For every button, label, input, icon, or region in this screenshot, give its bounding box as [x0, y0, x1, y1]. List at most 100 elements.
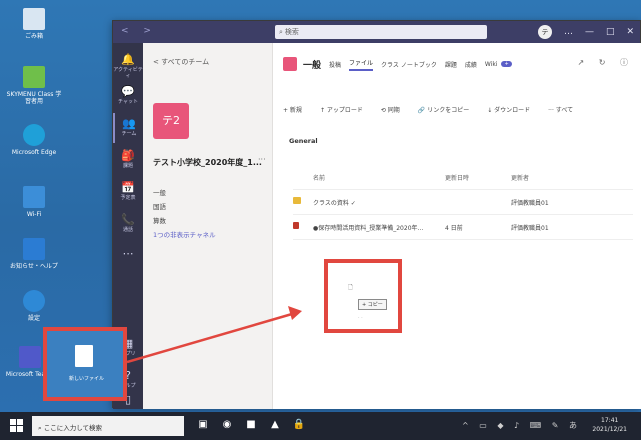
rail-item-activity[interactable]: 🔔 アクティビティ — [113, 49, 143, 79]
close-icon[interactable]: ✕ — [626, 27, 634, 37]
more-icon: ⋯ — [122, 247, 134, 260]
source-file-highlight: 新しいファイル — [43, 327, 127, 401]
skymenu-desktop-icon[interactable]: SKYMENU Class 学習者用 — [6, 66, 62, 105]
channel-badge — [283, 57, 297, 71]
calendar-icon: 📅 — [121, 181, 135, 194]
rail-item-more[interactable]: ⋯ — [113, 243, 143, 273]
channel-item-math[interactable]: 算数 — [153, 215, 216, 229]
folder-icon — [293, 197, 301, 204]
new-button[interactable]: + 新規 — [283, 105, 302, 119]
column-modified[interactable]: 更新日時 — [445, 173, 469, 182]
taskbar-search-input[interactable]: ⌕ ここに入力して検索 — [32, 416, 184, 436]
system-tray[interactable]: ^ ▭ ◆ ♪ ⌨ ✎ あ — [462, 420, 581, 431]
drop-target-highlight[interactable]: 🗋 + コピー · · — [324, 259, 402, 333]
minimize-icon[interactable]: — — [585, 27, 594, 37]
chat-icon: 💬 — [121, 85, 135, 98]
monitor-icon — [23, 238, 45, 260]
maximize-icon[interactable]: □ — [606, 27, 615, 37]
edge-desktop-icon[interactable]: Microsoft Edge — [6, 124, 62, 156]
channel-item-general[interactable]: 一般 — [153, 187, 216, 201]
taskbar-apps: ▣ ◉ ■ ▲ 🔒 — [196, 418, 306, 432]
search-input[interactable]: ⌕ 検索 — [275, 25, 487, 39]
table-header: 名前 更新日時 更新者 — [293, 165, 633, 190]
tab-assignments[interactable]: 課題 — [445, 60, 457, 69]
bell-icon: 🔔 — [121, 53, 135, 66]
wifi-desktop-icon[interactable]: Wi-Fi — [6, 186, 62, 218]
file-name[interactable]: ●保存時間活用資料_授業準備_2020年... — [313, 223, 423, 232]
channel-content: 一般 投稿 ファイル クラス ノートブック 課題 成績 Wiki + ↗ ↻ ⓘ… — [273, 43, 641, 409]
teams-window: < > ⌕ 検索 テ … — □ ✕ 🔔 アクティビティ 💬 チャット 👥 チーム… — [112, 20, 641, 409]
tab-wiki[interactable]: Wiki — [485, 61, 498, 68]
download-button[interactable]: ↓ ダウンロード — [487, 105, 530, 119]
file-table: 名前 更新日時 更新者 クラスの資料 ✓ 評価教職員01 ●保存時間活用資料_授… — [293, 165, 633, 240]
file-modified-by: 評価教職員01 — [511, 200, 549, 207]
breadcrumb[interactable]: General — [289, 137, 318, 145]
rail-item-calls[interactable]: 📞 通話 — [113, 209, 143, 239]
file-modified: 4 日前 — [445, 225, 463, 232]
task-view-icon[interactable]: ▣ — [196, 418, 210, 432]
rail-item-calendar[interactable]: 📅 予定表 — [113, 177, 143, 207]
clock[interactable]: 17:41 2021/12/21 — [592, 416, 627, 434]
nav-arrows[interactable]: < > — [121, 26, 157, 36]
recycle-bin-desktop-icon[interactable]: ごみ箱 — [6, 8, 62, 40]
drag-hint: · · — [358, 315, 363, 321]
rail-item-teams[interactable]: 👥 チーム — [113, 113, 143, 143]
team-panel: < すべてのチーム テ2 テスト小学校_2020年度_1... ··· 一般 国… — [143, 43, 273, 409]
column-name[interactable]: 名前 — [313, 173, 325, 182]
channel-title: 一般 — [303, 60, 322, 71]
tab-grades[interactable]: 成績 — [465, 60, 477, 69]
teams-app-icon — [19, 346, 41, 368]
document-icon — [293, 222, 299, 229]
sync-button[interactable]: ⟲ 同期 — [381, 105, 400, 119]
rail-item-chat[interactable]: 💬 チャット — [113, 81, 143, 111]
skymenu-icon — [23, 66, 45, 88]
title-bar: < > ⌕ 検索 テ … — □ ✕ — [113, 21, 640, 43]
tab-posts[interactable]: 投稿 — [329, 60, 341, 69]
wifi-icon — [23, 186, 45, 208]
file-name[interactable]: クラスの資料 ✓ — [313, 198, 356, 207]
source-file-label: 新しいファイル — [69, 376, 105, 382]
teams-icon: 👥 — [122, 117, 136, 130]
column-modified-by[interactable]: 更新者 — [511, 173, 529, 182]
copy-link-button[interactable]: 🔗 リンクをコピー — [418, 105, 469, 119]
rail-item-assignments[interactable]: 🎒 課題 — [113, 145, 143, 175]
channel-list: 一般 国語 算数 1つの非表示チャネル — [153, 187, 216, 243]
file-icon[interactable] — [75, 345, 93, 367]
files-toolbar: + 新規 ↑ アップロード ⟲ 同期 🔗 リンクをコピー ↓ ダウンロード ··… — [283, 105, 638, 119]
team-name[interactable]: テスト小学校_2020年度_1... — [153, 157, 262, 168]
all-teams-link[interactable]: < すべてのチーム — [153, 57, 209, 67]
file-modified-by: 評価教職員01 — [511, 225, 549, 232]
edge-icon — [23, 124, 45, 146]
copy-tooltip: + コピー — [358, 299, 387, 310]
settings-desktop-icon[interactable]: 設定 — [6, 290, 62, 322]
team-more-icon[interactable]: ··· — [258, 155, 266, 164]
hidden-channels-link[interactable]: 1つの非表示チャネル — [153, 229, 216, 243]
window-controls: テ … — □ ✕ — [537, 24, 634, 40]
upload-button[interactable]: ↑ アップロード — [320, 105, 363, 119]
taskbar: ⌕ ここに入力して検索 ▣ ◉ ■ ▲ 🔒 ^ ▭ ◆ ♪ ⌨ ✎ あ 17:4… — [0, 412, 641, 440]
table-row[interactable]: クラスの資料 ✓ 評価教職員01 — [293, 190, 633, 215]
recycle-bin-icon — [23, 8, 45, 30]
avatar[interactable]: テ — [537, 25, 552, 39]
edge-taskbar-icon[interactable]: ◉ — [220, 418, 234, 432]
windows-start-icon[interactable] — [10, 419, 24, 433]
more-actions-button[interactable]: ··· すべて — [548, 105, 573, 119]
gear-icon — [23, 290, 45, 312]
header-actions[interactable]: ↗ ↻ ⓘ — [578, 57, 635, 68]
tab-class-notebook[interactable]: クラス ノートブック — [381, 60, 437, 69]
team-avatar: テ2 — [153, 103, 189, 139]
more-options-icon[interactable]: … — [564, 27, 573, 37]
help-desktop-icon[interactable]: お知らせ・ヘルプ — [6, 238, 62, 270]
explorer-taskbar-icon[interactable]: ■ — [244, 418, 258, 432]
dragged-file-icon: 🗋 — [348, 284, 353, 291]
add-tab-button[interactable]: + — [501, 61, 512, 67]
channel-header: 一般 投稿 ファイル クラス ノートブック 課題 成績 Wiki + — [283, 53, 512, 75]
teams-taskbar-icon[interactable]: ▲ — [268, 418, 282, 432]
tab-files[interactable]: ファイル — [349, 58, 374, 71]
assignments-icon: 🎒 — [121, 149, 135, 162]
lock-taskbar-icon[interactable]: 🔒 — [292, 418, 306, 432]
phone-icon: 📞 — [121, 213, 135, 226]
table-row[interactable]: ●保存時間活用資料_授業準備_2020年... 4 日前 評価教職員01 — [293, 215, 633, 240]
search-icon: ⌕ — [279, 28, 283, 36]
channel-item-japanese[interactable]: 国語 — [153, 201, 216, 215]
